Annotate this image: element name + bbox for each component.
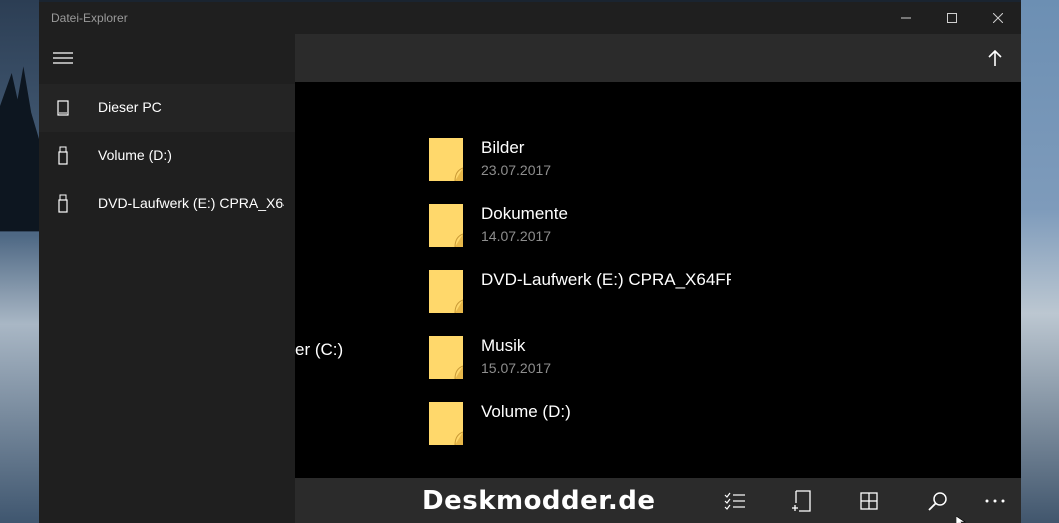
item-name: Volume (D:)	[481, 402, 571, 421]
watermark: Deskmodder.de	[422, 486, 656, 516]
partial-item-label[interactable]: er (C:)	[295, 340, 343, 360]
more-icon	[985, 499, 1005, 503]
folder-icon	[429, 336, 463, 379]
new-document-icon	[792, 490, 811, 512]
up-button[interactable]	[979, 42, 1011, 74]
sidebar-item-dieser-pc[interactable]: Dieser PC	[39, 84, 295, 132]
sidebar-item-dvd-laufwerk[interactable]: DVD-Laufwerk (E:) CPRA_X64FRE_DE-DE_DV5	[39, 180, 295, 228]
list-item[interactable]: DVD-Laufwerk (E:) CPRA_X64FRE_DE-DE_DV5	[429, 270, 829, 330]
tree-silhouette	[0, 66, 39, 232]
view-button[interactable]	[854, 486, 884, 516]
desktop-background-right	[1021, 0, 1059, 523]
item-date: 23.07.2017	[481, 162, 552, 178]
folder-icon	[429, 138, 463, 181]
sidebar-item-volume-d[interactable]: Volume (D:)	[39, 132, 295, 180]
list-item[interactable]: Dokumente 14.07.2017	[429, 204, 829, 264]
item-name: Bilder	[481, 138, 525, 157]
folder-icon	[429, 270, 463, 313]
hamburger-icon	[53, 52, 73, 64]
more-button[interactable]	[980, 486, 1010, 516]
usb-drive-icon	[58, 194, 68, 213]
file-explorer-window: Datei-Explorer er (C:) Bilder 23.07.2017…	[39, 2, 1021, 523]
list-item[interactable]: Musik 15.07.2017	[429, 336, 829, 396]
list-item[interactable]: Volume (D:)	[429, 402, 829, 462]
minimize-icon	[901, 17, 911, 19]
navigation-bar	[295, 34, 1021, 82]
minimize-button[interactable]	[883, 2, 929, 34]
list-item[interactable]: Bilder 23.07.2017	[429, 138, 829, 198]
hamburger-button[interactable]	[49, 44, 77, 72]
checklist-icon	[724, 492, 745, 510]
folder-icon	[429, 204, 463, 247]
title-bar[interactable]: Datei-Explorer	[39, 2, 1021, 34]
item-date: 15.07.2017	[481, 360, 552, 376]
computer-icon	[57, 100, 69, 116]
maximize-button[interactable]	[929, 2, 975, 34]
sidebar-item-label: DVD-Laufwerk (E:) CPRA_X64FRE_DE-DE_DV5	[98, 195, 284, 211]
item-name: Musik	[481, 336, 526, 355]
arrow-up-icon	[988, 50, 1002, 66]
grid-view-icon	[860, 492, 878, 510]
item-name: Dokumente	[481, 204, 568, 223]
mouse-cursor-icon	[956, 516, 966, 523]
close-button[interactable]	[975, 2, 1021, 34]
usb-drive-icon	[58, 146, 68, 165]
item-name: DVD-Laufwerk (E:) CPRA_X64FRE_DE-DE_DV5	[481, 270, 731, 289]
search-icon	[928, 492, 947, 511]
sidebar-item-label: Dieser PC	[98, 99, 162, 115]
sidebar-item-label: Volume (D:)	[98, 147, 172, 163]
folder-icon	[429, 402, 463, 445]
navigation-pane: Dieser PC Volume (D:) DVD-Laufwerk (E:) …	[39, 34, 295, 523]
desktop-background-left	[0, 0, 39, 523]
item-date: 14.07.2017	[481, 228, 552, 244]
window-title: Datei-Explorer	[51, 11, 128, 25]
search-button[interactable]	[923, 486, 953, 516]
close-icon	[993, 13, 1003, 23]
select-button[interactable]	[720, 486, 750, 516]
command-bar: Deskmodder.de	[295, 478, 1021, 523]
maximize-icon	[947, 13, 957, 23]
file-list: er (C:) Bilder 23.07.2017 Dokumente 14.0…	[295, 82, 1021, 478]
new-file-button[interactable]	[786, 486, 816, 516]
